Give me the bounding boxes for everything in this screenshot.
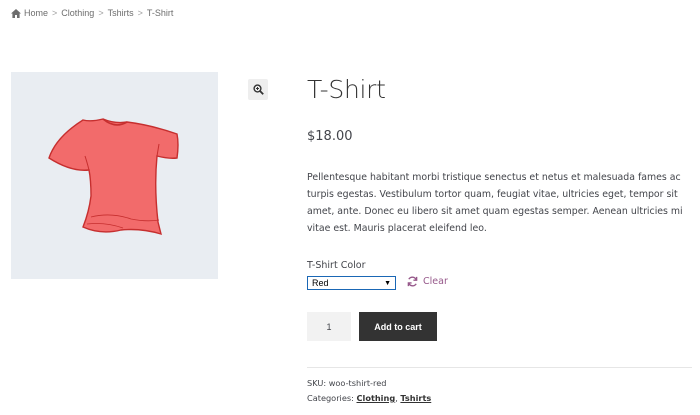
product-image[interactable] bbox=[11, 72, 218, 279]
categories-label: Categories: bbox=[307, 393, 354, 403]
categories-separator: , bbox=[395, 393, 398, 403]
zoom-button[interactable] bbox=[248, 79, 268, 100]
product-price: $18.00 bbox=[307, 129, 353, 144]
quantity-input[interactable]: 1 bbox=[307, 312, 351, 341]
category-tshirts-link[interactable]: Tshirts bbox=[400, 393, 431, 403]
breadcrumb-home-link[interactable]: Home bbox=[24, 8, 48, 18]
breadcrumb-clothing-link[interactable]: Clothing bbox=[61, 8, 94, 18]
category-clothing-link[interactable]: Clothing bbox=[357, 393, 396, 403]
breadcrumb-separator: > bbox=[98, 8, 104, 18]
sku-label: SKU: bbox=[307, 378, 327, 388]
select-arrow-icon: ▼ bbox=[384, 279, 391, 287]
tshirt-image bbox=[48, 118, 179, 236]
color-select[interactable]: Red ▼ bbox=[307, 276, 396, 290]
refresh-icon bbox=[407, 276, 418, 287]
categories-line: Categories: Clothing, Tshirts bbox=[307, 393, 431, 403]
meta-divider bbox=[307, 367, 692, 368]
breadcrumb-separator: > bbox=[137, 8, 143, 18]
breadcrumb-tshirts-link[interactable]: Tshirts bbox=[108, 8, 134, 18]
breadcrumb: Home > Clothing > Tshirts > T-Shirt bbox=[11, 8, 173, 18]
home-icon bbox=[11, 8, 21, 18]
sku-value: woo-tshirt-red bbox=[328, 378, 387, 388]
product-description: Pellentesque habitant morbi tristique se… bbox=[307, 172, 683, 234]
variation-label: T-Shirt Color bbox=[307, 260, 366, 271]
add-to-cart-button[interactable]: Add to cart bbox=[359, 312, 437, 341]
product-title: T-Shirt bbox=[307, 75, 386, 104]
breadcrumb-separator: > bbox=[52, 8, 58, 18]
magnifier-zoom-icon bbox=[252, 84, 264, 95]
color-select-value: Red bbox=[312, 278, 329, 288]
breadcrumb-current: T-Shirt bbox=[146, 8, 174, 18]
tshirt-body bbox=[48, 118, 179, 236]
sku-line: SKU: woo-tshirt-red bbox=[307, 378, 386, 388]
clear-selection-link[interactable]: Clear bbox=[407, 276, 448, 287]
clear-label: Clear bbox=[423, 276, 448, 287]
